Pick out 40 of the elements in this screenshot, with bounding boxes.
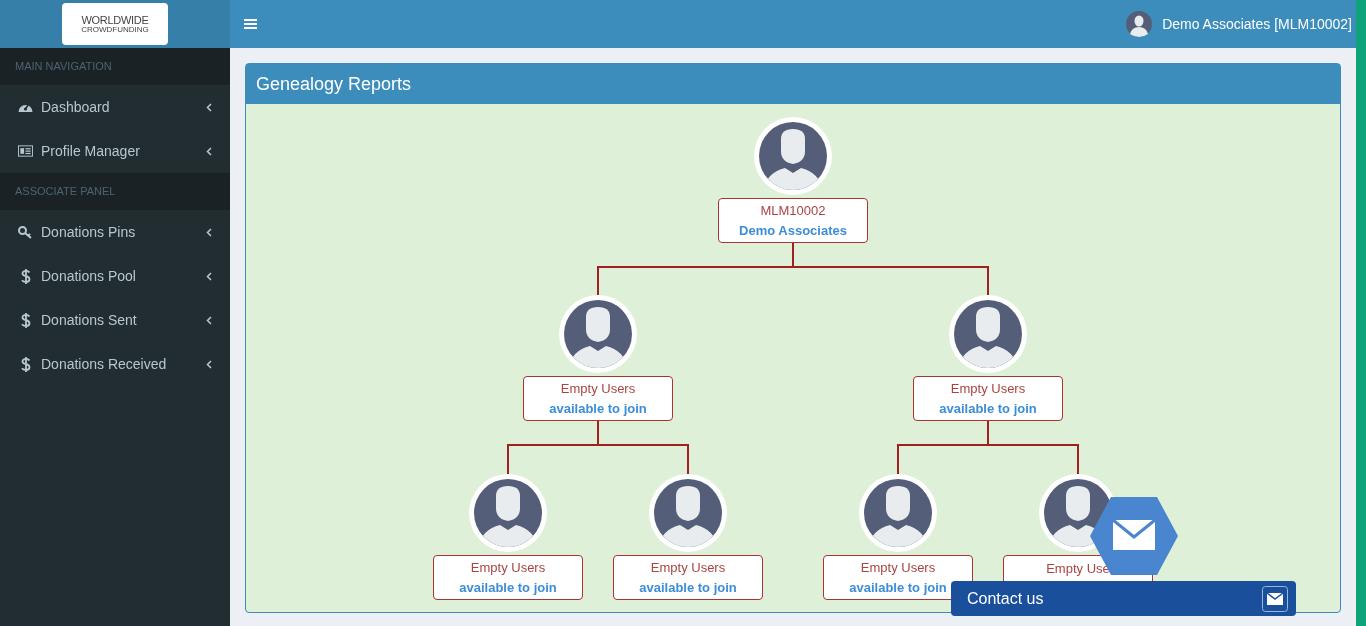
chevron-icon (206, 315, 212, 325)
avatar-icon (859, 474, 937, 552)
sidebar-item[interactable]: Donations Received (0, 342, 230, 386)
key-icon (18, 225, 33, 239)
dollar-icon (20, 312, 31, 328)
node-card[interactable]: Empty Users available to join (613, 555, 763, 600)
avatar-icon (949, 295, 1027, 373)
avatar-icon (649, 474, 727, 552)
logo[interactable]: WORLDWIDE CROWDFUNDING (62, 3, 168, 45)
sidebar-item[interactable]: Dashboard (0, 85, 230, 129)
node-card[interactable]: Empty Users available to join (913, 376, 1063, 421)
node-card[interactable]: MLM10002 Demo Associates (718, 198, 868, 243)
mail-toast[interactable] (1089, 496, 1179, 576)
dollar-icon (20, 356, 31, 372)
mail-icon (1262, 585, 1288, 612)
avatar-icon (559, 295, 637, 373)
chevron-icon (206, 102, 212, 112)
node-card[interactable]: Empty Users available to join (523, 376, 673, 421)
chevron-icon (206, 359, 212, 369)
menu-icon[interactable] (244, 18, 258, 30)
panel-title: Genealogy Reports (256, 72, 412, 96)
logo-text: WORLDWIDE (81, 14, 149, 26)
logo-subtext: CROWDFUNDING (81, 25, 149, 34)
node-card[interactable]: Empty Users available to join (433, 555, 583, 600)
sidebar-item[interactable]: Donations Pool (0, 254, 230, 298)
chevron-icon (206, 227, 212, 237)
dollar-icon (20, 268, 31, 284)
sidebar-item[interactable]: Donations Sent (0, 298, 230, 342)
avatar-icon[interactable] (1126, 11, 1153, 37)
id-card-icon (18, 145, 33, 157)
chevron-icon (206, 271, 212, 281)
chevron-icon (206, 146, 212, 156)
sidebar-item[interactable]: Profile Manager (0, 129, 230, 173)
user-name[interactable]: Demo Associates [MLM10002] (1162, 13, 1352, 35)
sidebar-item[interactable]: Donations Pins (0, 210, 230, 254)
section-header: MAIN NAVIGATION (0, 48, 230, 85)
contact-toast[interactable]: Contact us (951, 581, 1296, 616)
avatar-icon (754, 117, 832, 195)
section-header: ASSOCIATE PANEL (0, 173, 230, 210)
avatar-icon (469, 474, 547, 552)
